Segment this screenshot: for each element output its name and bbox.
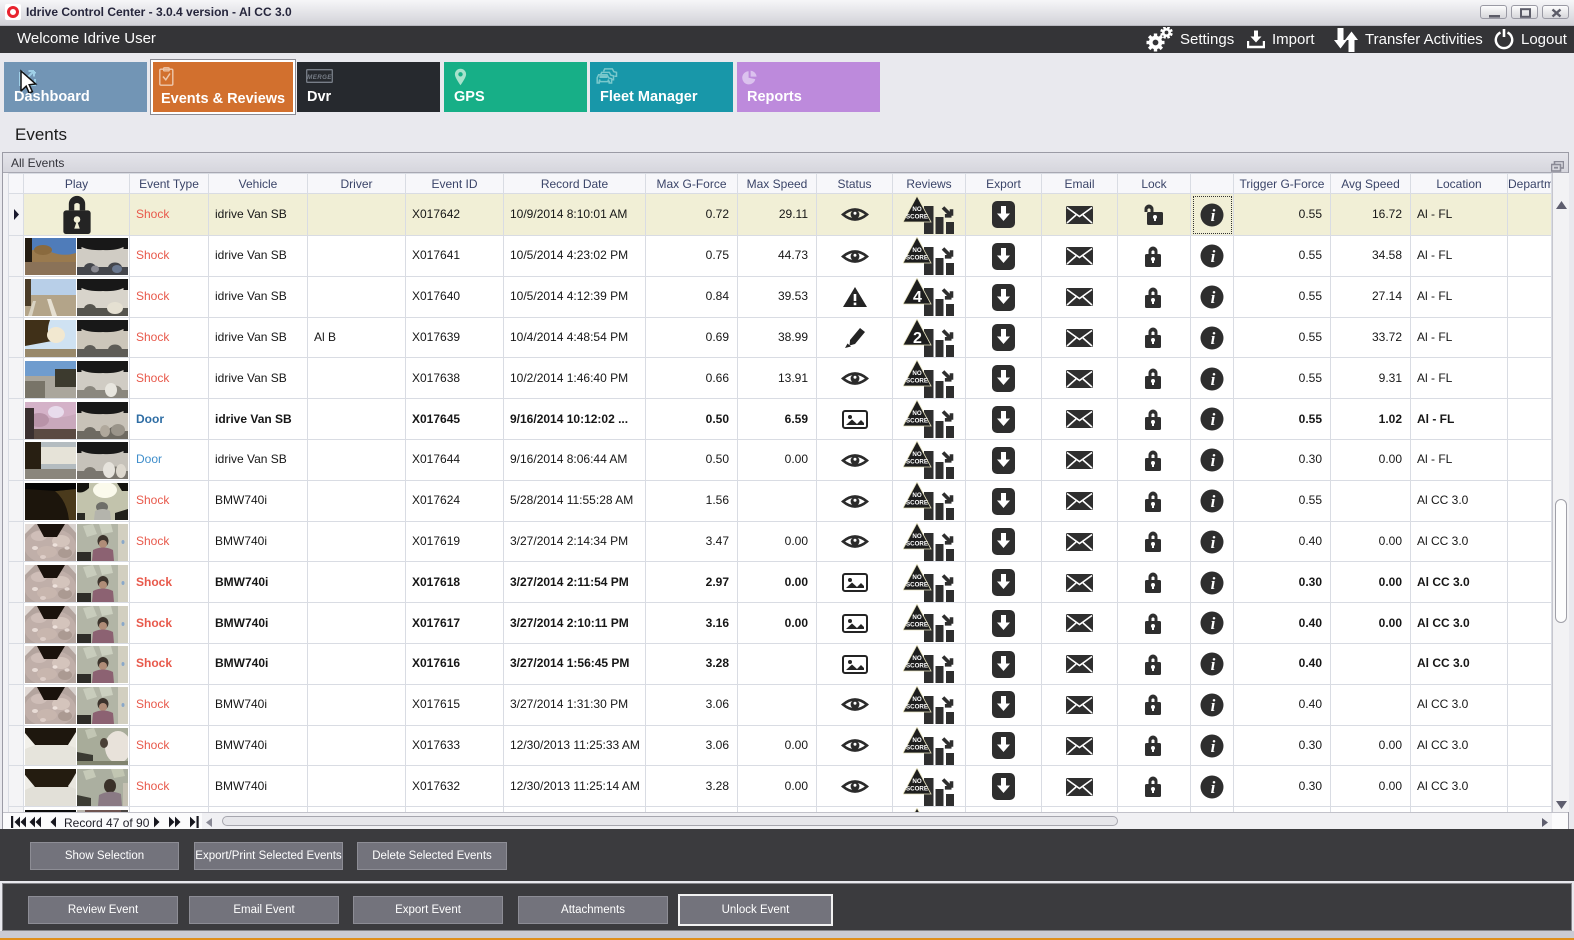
svg-text:MERGE: MERGE xyxy=(307,74,332,81)
